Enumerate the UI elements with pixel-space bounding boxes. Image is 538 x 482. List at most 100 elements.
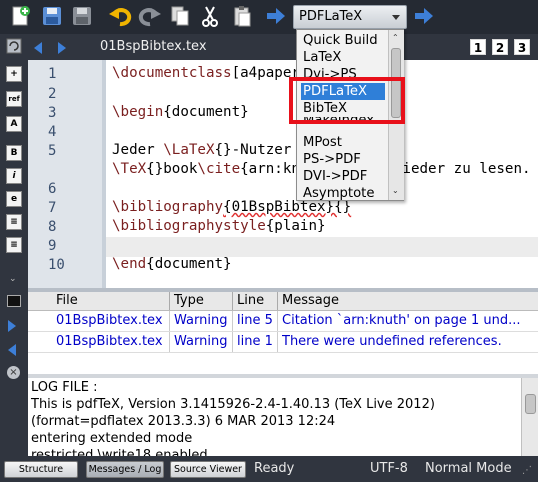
messages-icon[interactable] bbox=[7, 295, 21, 307]
resize-grip-icon[interactable]: ⋰ bbox=[522, 465, 532, 476]
log-line: LOG FILE : bbox=[31, 380, 98, 395]
undo-icon[interactable] bbox=[108, 4, 132, 28]
option-ps-pdf[interactable]: PS->PDF bbox=[301, 151, 385, 168]
code-editor[interactable]: 1 2 3 4 5 6 7 8 9 10 \documentclass[a4pa… bbox=[28, 60, 538, 288]
log-line: This is pdfTeX, Version 3.1415926-2.4-1.… bbox=[31, 397, 435, 412]
list-icon[interactable]: ≡ bbox=[6, 214, 22, 230]
option-latex[interactable]: LaTeX bbox=[301, 49, 385, 66]
view-1-button[interactable]: 1 bbox=[470, 39, 486, 55]
line-number: 8 bbox=[48, 219, 57, 235]
tab-bar: 01BspBibtex.tex 1 2 3 bbox=[0, 34, 538, 60]
option-quick-build[interactable]: Quick Build bbox=[301, 32, 385, 49]
close-icon[interactable]: × bbox=[7, 366, 20, 379]
compiler-select-value: PDFLaTeX bbox=[299, 9, 363, 24]
status-text: Ready bbox=[254, 461, 295, 476]
latex-command: \cite bbox=[197, 161, 241, 177]
more-icon[interactable]: ⌄ bbox=[9, 274, 19, 284]
code-line-3[interactable]: \begin{document} bbox=[112, 104, 249, 120]
bold-icon[interactable]: B bbox=[6, 145, 22, 161]
latex-command: \LaTeX bbox=[163, 142, 215, 158]
column-divider[interactable] bbox=[232, 292, 233, 310]
chevron-down-icon[interactable]: ⌄ bbox=[392, 186, 399, 195]
code-line-10[interactable]: \end{document} bbox=[112, 256, 232, 272]
cell-divider bbox=[277, 332, 278, 352]
code-text: {}book bbox=[146, 161, 198, 177]
option-mpost[interactable]: MPost bbox=[301, 134, 385, 151]
paste-icon[interactable] bbox=[230, 4, 254, 28]
tab-filename[interactable]: 01BspBibtex.tex bbox=[100, 39, 207, 54]
latex-command: \begin bbox=[112, 104, 164, 120]
compile-run-icon[interactable] bbox=[264, 4, 288, 28]
cell-message: There were undefined references. bbox=[282, 334, 502, 349]
structure-button[interactable]: Structure bbox=[4, 461, 78, 478]
column-divider[interactable] bbox=[277, 292, 278, 310]
line-number: 10 bbox=[48, 257, 65, 273]
table-row[interactable]: 01BspBibtex.tex Warning line 1 There wer… bbox=[28, 332, 538, 353]
latex-command: \bibliographystyle bbox=[112, 218, 266, 234]
ref-icon[interactable]: ref bbox=[6, 91, 22, 107]
cell-file: 01BspBibtex.tex bbox=[56, 334, 163, 349]
log-panel[interactable]: LOG FILE : This is pdfTeX, Version 3.141… bbox=[28, 374, 538, 456]
line-number: 3 bbox=[48, 105, 57, 121]
log-line: (format=pdflatex 2013.3.3) 6 MAR 2013 12… bbox=[31, 414, 336, 429]
line-number: 1 bbox=[48, 66, 57, 82]
view-output-icon[interactable] bbox=[412, 4, 436, 28]
line-number: 6 bbox=[48, 181, 57, 197]
compiler-select[interactable]: PDFLaTeX bbox=[293, 5, 407, 29]
redo-icon[interactable] bbox=[138, 4, 162, 28]
view-3-button[interactable]: 3 bbox=[514, 39, 530, 55]
next-document-icon[interactable] bbox=[58, 42, 66, 54]
chevron-up-icon[interactable]: ⌃ bbox=[392, 33, 399, 42]
log-line: entering extended mode bbox=[31, 431, 193, 446]
option-asymptote[interactable]: Asymptote bbox=[301, 185, 385, 202]
messages-table: File Type Line Message 01BspBibtex.tex W… bbox=[28, 292, 538, 374]
scrollbar-thumb[interactable] bbox=[525, 394, 536, 414]
save-all-icon[interactable] bbox=[70, 4, 94, 28]
line-number: 2 bbox=[48, 86, 57, 102]
latex-command: \end bbox=[112, 256, 147, 272]
bibitem-icon[interactable]: A bbox=[6, 116, 22, 132]
current-line-highlight bbox=[106, 237, 538, 257]
list2-icon[interactable]: ≡ bbox=[6, 237, 22, 253]
close-tab-icon[interactable] bbox=[6, 38, 22, 54]
chevron-down-icon bbox=[392, 15, 400, 20]
column-header-file[interactable]: File bbox=[56, 293, 78, 308]
column-header-type[interactable]: Type bbox=[174, 293, 204, 308]
code-text: {document} bbox=[146, 256, 232, 272]
encoding-indicator[interactable]: UTF-8 bbox=[370, 461, 408, 476]
messages-log-button[interactable]: Messages / Log bbox=[86, 461, 164, 478]
cell-divider bbox=[277, 311, 278, 331]
emph-icon[interactable]: e bbox=[6, 191, 22, 207]
cell-file: 01BspBibtex.tex bbox=[56, 313, 163, 328]
code-text: {plain} bbox=[265, 218, 326, 234]
save-icon[interactable] bbox=[40, 4, 64, 28]
table-header: File Type Line Message bbox=[28, 292, 538, 311]
previous-error-icon[interactable] bbox=[8, 344, 16, 356]
italic-icon[interactable]: i bbox=[6, 168, 22, 184]
line-number: 9 bbox=[48, 238, 57, 254]
code-line-8[interactable]: \bibliographystyle{plain} bbox=[112, 218, 326, 234]
mode-indicator: Normal Mode bbox=[425, 461, 512, 476]
table-row[interactable]: 01BspBibtex.tex Warning line 5 Citation … bbox=[28, 311, 538, 332]
column-header-line[interactable]: Line bbox=[237, 293, 264, 308]
column-divider[interactable] bbox=[169, 292, 170, 310]
log-scrollbar[interactable] bbox=[521, 378, 538, 456]
main-toolbar: PDFLaTeX bbox=[0, 0, 538, 34]
line-number: 5 bbox=[48, 143, 57, 159]
previous-document-icon[interactable] bbox=[34, 42, 42, 54]
option-dvi-pdf[interactable]: DVI->PDF bbox=[301, 168, 385, 185]
next-error-icon[interactable] bbox=[8, 320, 16, 332]
line-number: 7 bbox=[48, 200, 57, 216]
view-2-button[interactable]: 2 bbox=[492, 39, 508, 55]
cell-type: Warning bbox=[174, 313, 228, 328]
column-header-message[interactable]: Message bbox=[282, 293, 339, 308]
source-viewer-button[interactable]: Source Viewer bbox=[170, 461, 246, 478]
cell-divider bbox=[169, 332, 170, 352]
structure-icon[interactable]: + bbox=[6, 66, 22, 82]
latex-command: \bibliography bbox=[112, 199, 224, 215]
latex-command: \TeX bbox=[112, 161, 147, 177]
status-bar: Structure Messages / Log Source Viewer R… bbox=[0, 456, 538, 482]
new-file-icon[interactable] bbox=[8, 4, 32, 28]
cut-icon[interactable] bbox=[198, 4, 222, 28]
copy-icon[interactable] bbox=[168, 4, 192, 28]
